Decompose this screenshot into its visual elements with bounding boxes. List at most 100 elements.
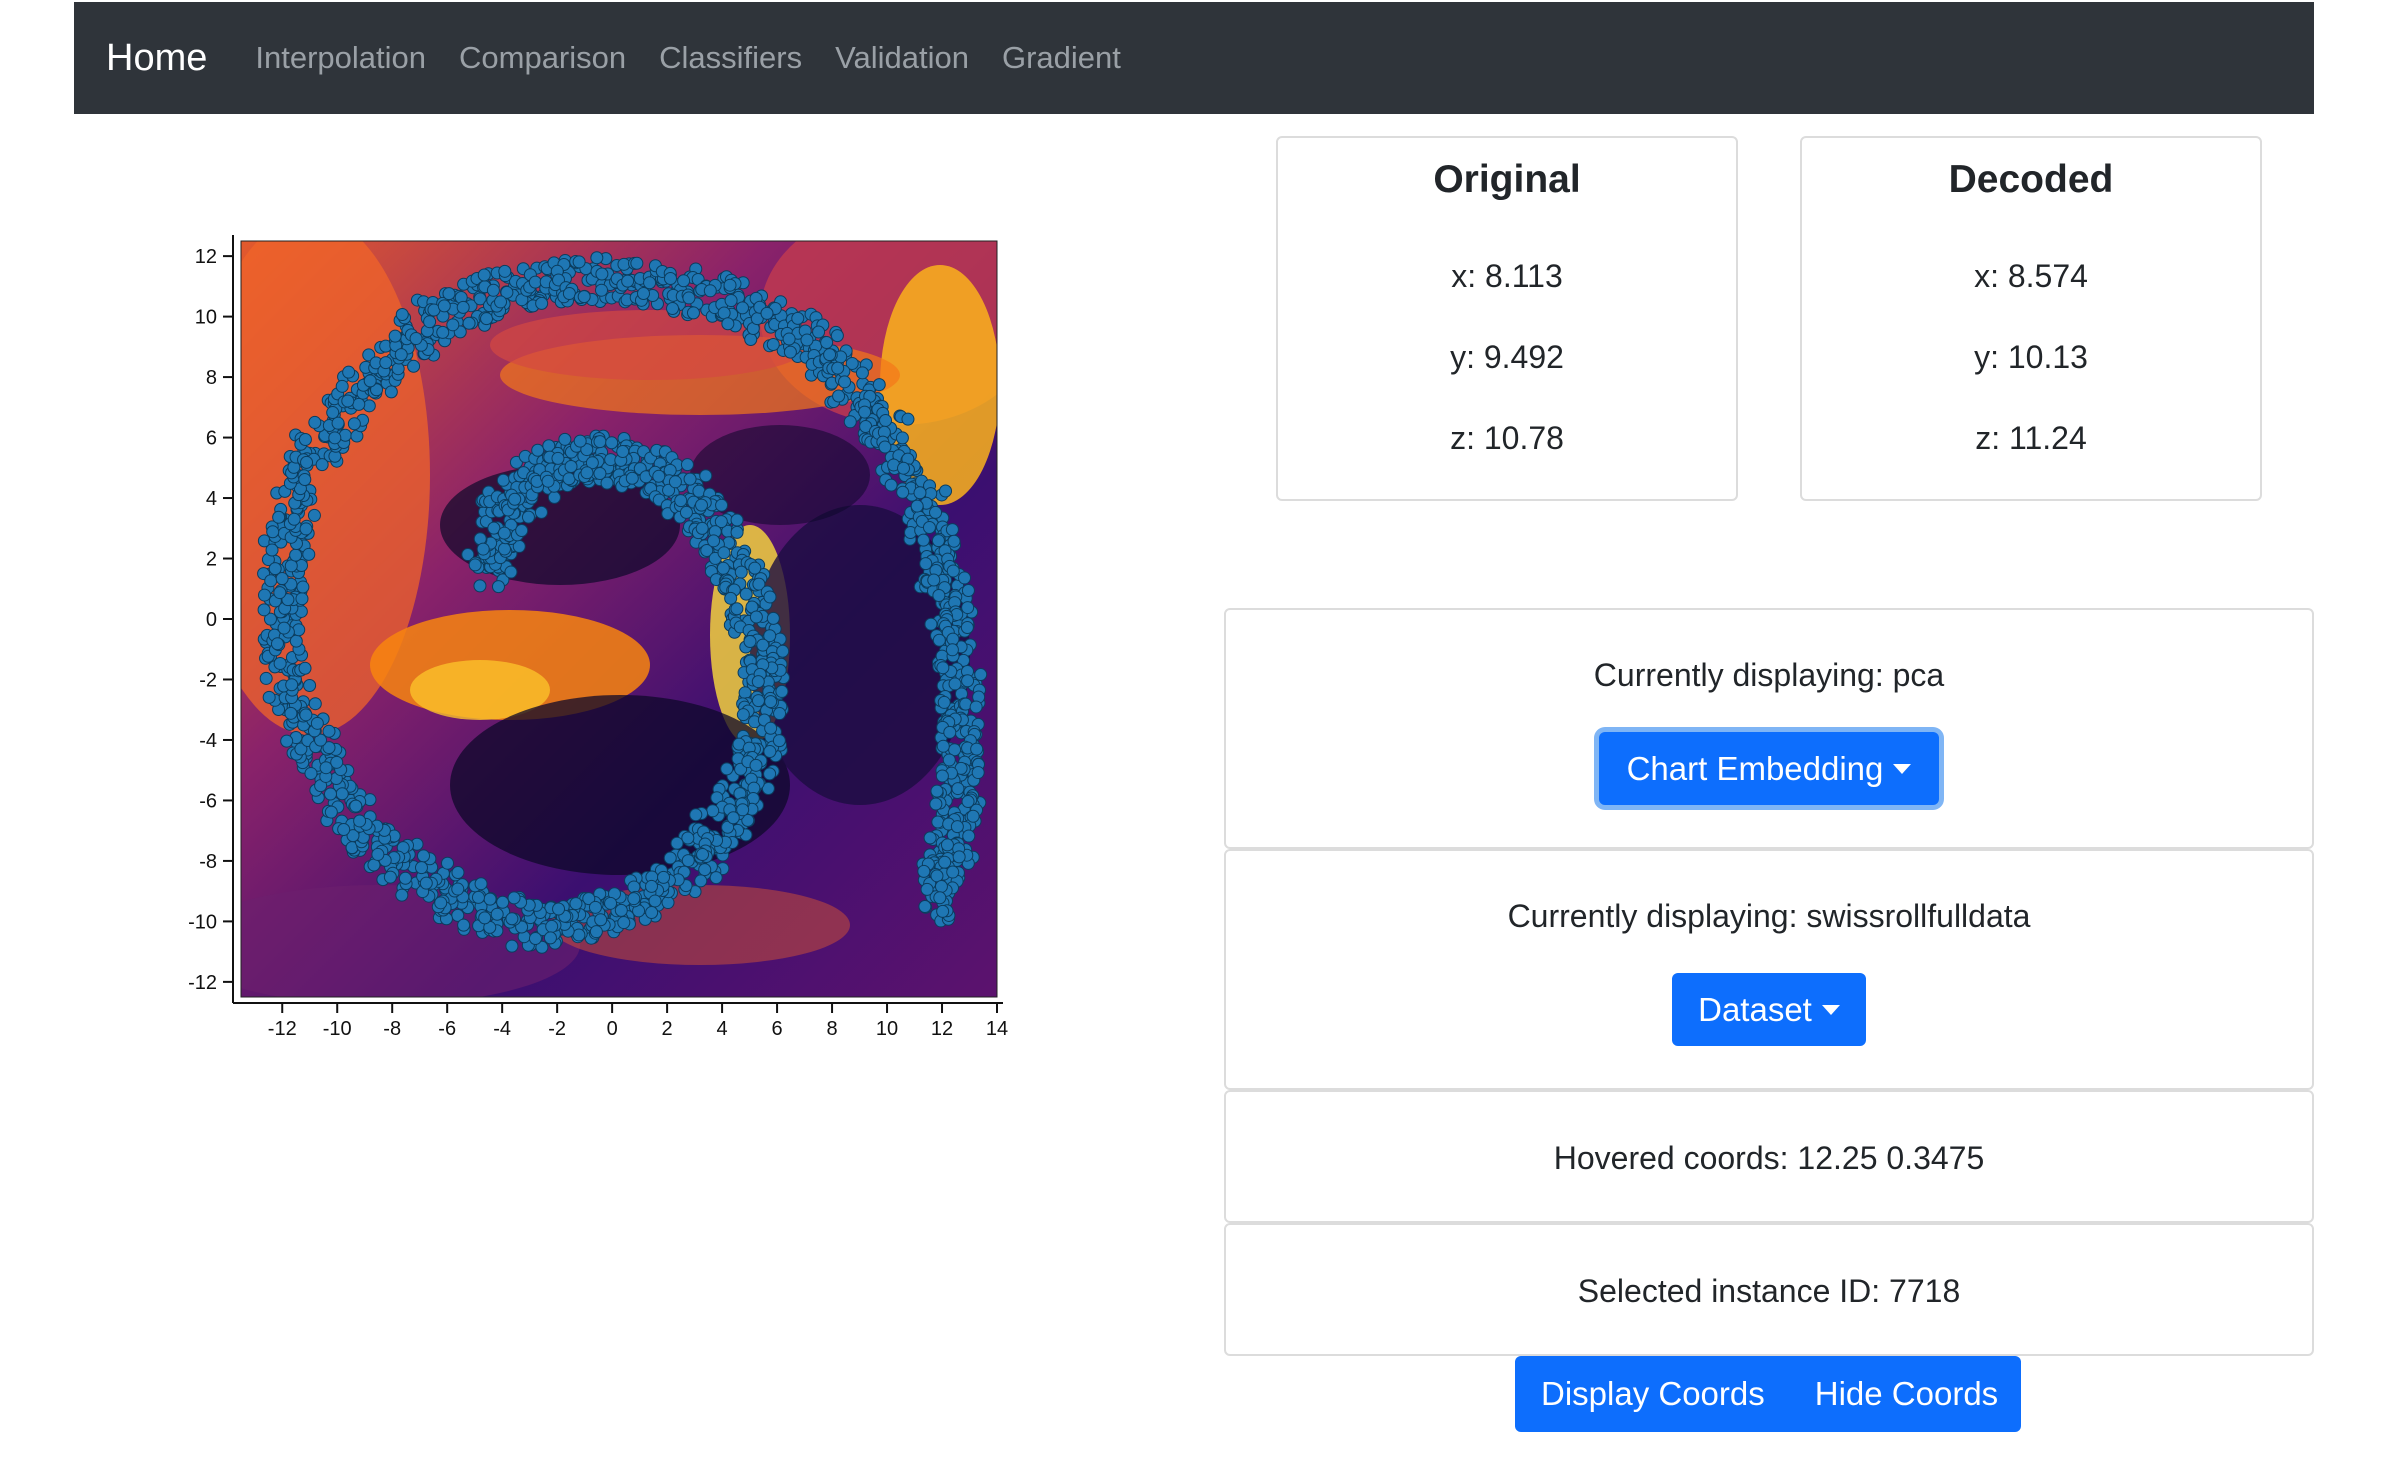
data-point[interactable] xyxy=(931,815,945,829)
data-point[interactable] xyxy=(593,435,607,449)
data-point[interactable] xyxy=(696,848,710,862)
data-point[interactable] xyxy=(258,588,272,602)
data-point[interactable] xyxy=(299,522,313,536)
data-point[interactable] xyxy=(670,836,684,850)
data-point[interactable] xyxy=(471,890,485,904)
data-point[interactable] xyxy=(945,643,959,657)
data-point[interactable] xyxy=(947,534,961,548)
data-point[interactable] xyxy=(494,295,508,309)
data-point[interactable] xyxy=(689,808,703,822)
data-point[interactable] xyxy=(295,592,309,606)
data-point[interactable] xyxy=(580,466,594,480)
data-point[interactable] xyxy=(328,431,342,445)
data-point[interactable] xyxy=(558,432,572,446)
data-point[interactable] xyxy=(717,546,731,560)
data-point[interactable] xyxy=(462,316,476,330)
data-point[interactable] xyxy=(936,904,950,918)
data-point[interactable] xyxy=(257,603,271,617)
data-point[interactable] xyxy=(872,378,886,392)
data-point[interactable] xyxy=(730,525,744,539)
data-point[interactable] xyxy=(259,671,273,685)
data-point[interactable] xyxy=(304,766,318,780)
data-point[interactable] xyxy=(262,690,276,704)
data-point[interactable] xyxy=(748,561,762,575)
data-point[interactable] xyxy=(738,686,752,700)
data-point[interactable] xyxy=(338,428,352,442)
data-point[interactable] xyxy=(961,674,975,688)
data-point[interactable] xyxy=(751,694,765,708)
embedding-plot[interactable]: 12 10 8 6 4 2 0 -2 -4 -6 -8 -10 -12 -12 -10 -8 -6 -4 -2 0 2 4… xyxy=(180,225,1020,1055)
data-point[interactable] xyxy=(717,306,731,320)
data-point[interactable] xyxy=(962,829,976,843)
data-point[interactable] xyxy=(409,332,423,346)
data-point[interactable] xyxy=(335,787,349,801)
data-point[interactable] xyxy=(695,498,709,512)
nav-classifiers[interactable]: Classifiers xyxy=(659,40,802,76)
data-point[interactable] xyxy=(878,440,892,454)
data-point[interactable] xyxy=(414,861,428,875)
data-point[interactable] xyxy=(936,661,950,675)
data-point[interactable] xyxy=(300,455,314,469)
data-point[interactable] xyxy=(938,855,952,869)
data-point[interactable] xyxy=(936,739,950,753)
data-point[interactable] xyxy=(683,472,697,486)
data-point[interactable] xyxy=(437,299,451,313)
data-point[interactable] xyxy=(590,251,604,265)
data-point[interactable] xyxy=(395,308,409,322)
data-point[interactable] xyxy=(324,805,338,819)
embedding-chart-svg[interactable]: 12 10 8 6 4 2 0 -2 -4 -6 -8 -10 -12 -12 -10 -8 -6 -4 -2 0 2 4… xyxy=(180,225,1020,1055)
data-point[interactable] xyxy=(948,677,962,691)
data-point[interactable] xyxy=(363,374,377,388)
data-point[interactable] xyxy=(588,900,602,914)
data-point[interactable] xyxy=(726,811,740,825)
data-point[interactable] xyxy=(766,337,780,351)
data-point[interactable] xyxy=(820,336,834,350)
data-point[interactable] xyxy=(474,877,488,891)
data-point[interactable] xyxy=(319,761,333,775)
data-point[interactable] xyxy=(971,766,985,780)
data-point[interactable] xyxy=(744,332,758,346)
data-point[interactable] xyxy=(943,725,957,739)
data-point[interactable] xyxy=(617,916,631,930)
data-point[interactable] xyxy=(674,494,688,508)
data-point[interactable] xyxy=(657,870,671,884)
data-point[interactable] xyxy=(699,469,713,483)
data-point[interactable] xyxy=(930,784,944,798)
data-point[interactable] xyxy=(508,492,522,506)
data-point[interactable] xyxy=(483,892,497,906)
data-point[interactable] xyxy=(923,831,937,845)
data-point[interactable] xyxy=(589,925,603,939)
data-point[interactable] xyxy=(298,433,312,447)
data-point[interactable] xyxy=(743,635,757,649)
data-point[interactable] xyxy=(929,505,943,519)
data-point[interactable] xyxy=(703,284,717,298)
data-point[interactable] xyxy=(730,513,744,527)
data-point[interactable] xyxy=(543,931,557,945)
data-point[interactable] xyxy=(666,302,680,316)
data-point[interactable] xyxy=(562,286,576,300)
data-point[interactable] xyxy=(323,787,337,801)
data-point[interactable] xyxy=(551,451,565,465)
display-coords-button[interactable]: Display Coords xyxy=(1541,1375,1765,1413)
data-point[interactable] xyxy=(349,799,363,813)
data-point[interactable] xyxy=(918,899,932,913)
data-point[interactable] xyxy=(308,415,322,429)
data-point[interactable] xyxy=(652,469,666,483)
data-point[interactable] xyxy=(535,296,549,310)
data-point[interactable] xyxy=(960,621,974,635)
data-point[interactable] xyxy=(398,871,412,885)
data-point[interactable] xyxy=(473,579,487,593)
data-point[interactable] xyxy=(308,697,322,711)
data-point[interactable] xyxy=(951,782,965,796)
data-point[interactable] xyxy=(456,300,470,314)
nav-gradient[interactable]: Gradient xyxy=(1002,40,1121,76)
nav-interpolation[interactable]: Interpolation xyxy=(255,40,426,76)
data-point[interactable] xyxy=(730,602,744,616)
data-point[interactable] xyxy=(910,499,924,513)
nav-comparison[interactable]: Comparison xyxy=(459,40,626,76)
data-point[interactable] xyxy=(621,274,635,288)
data-point[interactable] xyxy=(505,912,519,926)
data-point[interactable] xyxy=(961,601,975,615)
data-point[interactable] xyxy=(604,896,618,910)
data-point[interactable] xyxy=(823,348,837,362)
